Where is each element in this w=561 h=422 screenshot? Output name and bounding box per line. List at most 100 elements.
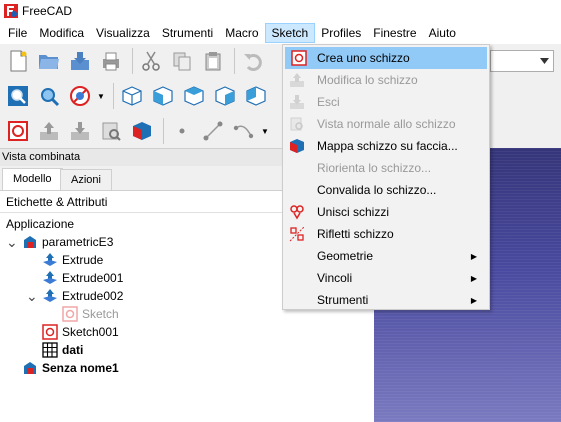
menu-item-label: Esci: [317, 95, 340, 109]
menu-item-strumenti[interactable]: Strumenti ▶: [283, 289, 489, 311]
folder-open-icon: [39, 55, 59, 69]
menu-item-label: Modifica lo schizzo: [317, 73, 418, 87]
menu-file[interactable]: File: [2, 23, 33, 43]
edit-sketch-icon: [40, 122, 58, 140]
title-bar: FreeCAD: [0, 0, 561, 22]
map-sketch-icon: [133, 122, 151, 140]
tree-section-label: Applicazione: [6, 215, 74, 233]
cube-isometric-icon: [122, 86, 142, 106]
tree-item-label: dati: [62, 343, 84, 357]
paste-button[interactable]: [199, 47, 227, 75]
menu-item-geometrie[interactable]: Geometrie ▶: [283, 245, 489, 267]
tree-item-label: Senza nome1: [42, 361, 119, 375]
menu-item-vincoli[interactable]: Vincoli ▶: [283, 267, 489, 289]
leave-sketch-icon: [71, 122, 89, 140]
expand-arrow-icon[interactable]: ⌄: [26, 289, 38, 303]
menu-item-label: Strumenti: [317, 293, 369, 307]
expand-arrow-icon[interactable]: ⌄: [6, 235, 18, 249]
line-button[interactable]: [199, 117, 227, 145]
view-isometric-button[interactable]: [118, 82, 146, 110]
document-icon: [22, 234, 38, 250]
menu-item-label: Unisci schizzi: [317, 205, 390, 219]
point-button[interactable]: [168, 117, 196, 145]
menu-item-label: Convalida lo schizzo...: [317, 183, 437, 197]
save-icon: [71, 52, 89, 70]
tab-modello[interactable]: Modello: [2, 168, 63, 190]
menu-item-esci: Esci: [283, 91, 489, 113]
tree-item[interactable]: Extrude001: [26, 269, 123, 287]
view-front-button[interactable]: [149, 82, 177, 110]
view-right-button[interactable]: [211, 82, 239, 110]
tree-item[interactable]: Sketch001: [26, 323, 119, 341]
menu-strumenti[interactable]: Strumenti: [156, 23, 219, 43]
undo-button[interactable]: [239, 47, 267, 75]
point-icon: [179, 128, 185, 134]
menu-item-unisci-schizzi[interactable]: Unisci schizzi: [283, 201, 489, 223]
view-rear-button[interactable]: [242, 82, 270, 110]
toolbar-separator: [112, 83, 114, 109]
menu-item-mappa-schizzo-su-faccia[interactable]: Mappa schizzo su faccia...: [283, 135, 489, 157]
zoom-selection-icon: [41, 88, 60, 107]
draw-style-button[interactable]: [66, 82, 94, 110]
fit-selection-button[interactable]: [35, 82, 63, 110]
arc-icon: [233, 125, 254, 139]
map-sketch-button[interactable]: [128, 117, 156, 145]
toolbar-separator: [163, 118, 164, 144]
open-button[interactable]: [35, 47, 63, 75]
extrude-icon: [42, 288, 58, 304]
create-sketch-icon: [291, 50, 307, 66]
tab-azioni[interactable]: Azioni: [60, 169, 112, 190]
view-top-button[interactable]: [180, 82, 208, 110]
print-button[interactable]: [97, 47, 125, 75]
menu-item-riorienta-lo-schizzo: Riorienta lo schizzo...: [283, 157, 489, 179]
copy-button[interactable]: [168, 47, 196, 75]
cut-button[interactable]: [137, 47, 165, 75]
tree-item-label: Sketch001: [62, 325, 119, 339]
arc-button[interactable]: [230, 117, 258, 145]
menu-visualizza[interactable]: Visualizza: [90, 23, 156, 43]
tree-item[interactable]: ⌄ Extrude002: [26, 287, 123, 305]
tree-item-label: Extrude: [62, 253, 104, 267]
menu-aiuto[interactable]: Aiuto: [423, 23, 462, 43]
merge-sketches-icon: [289, 204, 305, 220]
tree-item-label: parametricE3: [42, 235, 114, 249]
menu-item-rifletti-schizzo[interactable]: Rifletti schizzo: [283, 223, 489, 245]
tree-item[interactable]: dati: [26, 341, 83, 359]
leave-sketch-icon: [289, 94, 305, 110]
chevron-down-icon[interactable]: ▼: [97, 92, 105, 101]
new-document-icon: [10, 50, 27, 72]
cube-front-icon: [153, 86, 173, 106]
submenu-arrow-icon: ▶: [470, 251, 477, 261]
scissors-icon: [142, 51, 160, 71]
menu-sketch[interactable]: Sketch: [264, 23, 316, 43]
save-button[interactable]: [66, 47, 94, 75]
menu-item-crea-uno-schizzo[interactable]: Crea uno schizzo: [285, 47, 487, 69]
view-sketch-icon: [102, 122, 121, 141]
menu-item-label: Rifletti schizzo: [317, 227, 394, 241]
submenu-arrow-icon: ▶: [470, 295, 477, 305]
tree-item-label: Extrude002: [62, 289, 124, 303]
menu-finestre[interactable]: Finestre: [367, 23, 422, 43]
edit-sketch-button[interactable]: [35, 117, 63, 145]
sketch-menu-dropdown: Crea uno schizzo Modifica lo schizzo Esci V…: [282, 44, 490, 310]
workbench-selector[interactable]: [490, 50, 554, 72]
new-sketch-button[interactable]: [4, 117, 32, 145]
chevron-down-icon[interactable]: ▼: [261, 127, 269, 136]
edit-sketch-icon: [289, 72, 305, 88]
new-document-button[interactable]: [4, 47, 32, 75]
tree-item[interactable]: Senza nome1: [6, 359, 119, 377]
view-sketch-button[interactable]: [97, 117, 125, 145]
fit-all-button[interactable]: [4, 82, 32, 110]
menu-item-convalida-lo-schizzo[interactable]: Convalida lo schizzo...: [283, 179, 489, 201]
tree-item[interactable]: Sketch: [46, 305, 119, 323]
menu-item-label: Geometrie: [317, 249, 374, 263]
menu-profiles[interactable]: Profiles: [315, 23, 367, 43]
toolbar-separator: [132, 48, 133, 74]
tree-item[interactable]: ⌄ parametricE3: [6, 233, 113, 251]
leave-sketch-button[interactable]: [66, 117, 94, 145]
menu-modifica[interactable]: Modifica: [33, 23, 90, 43]
tree-item[interactable]: Extrude: [26, 251, 103, 269]
copy-icon: [173, 52, 191, 71]
sketch-icon: [42, 324, 58, 340]
menu-macro[interactable]: Macro: [219, 23, 264, 43]
